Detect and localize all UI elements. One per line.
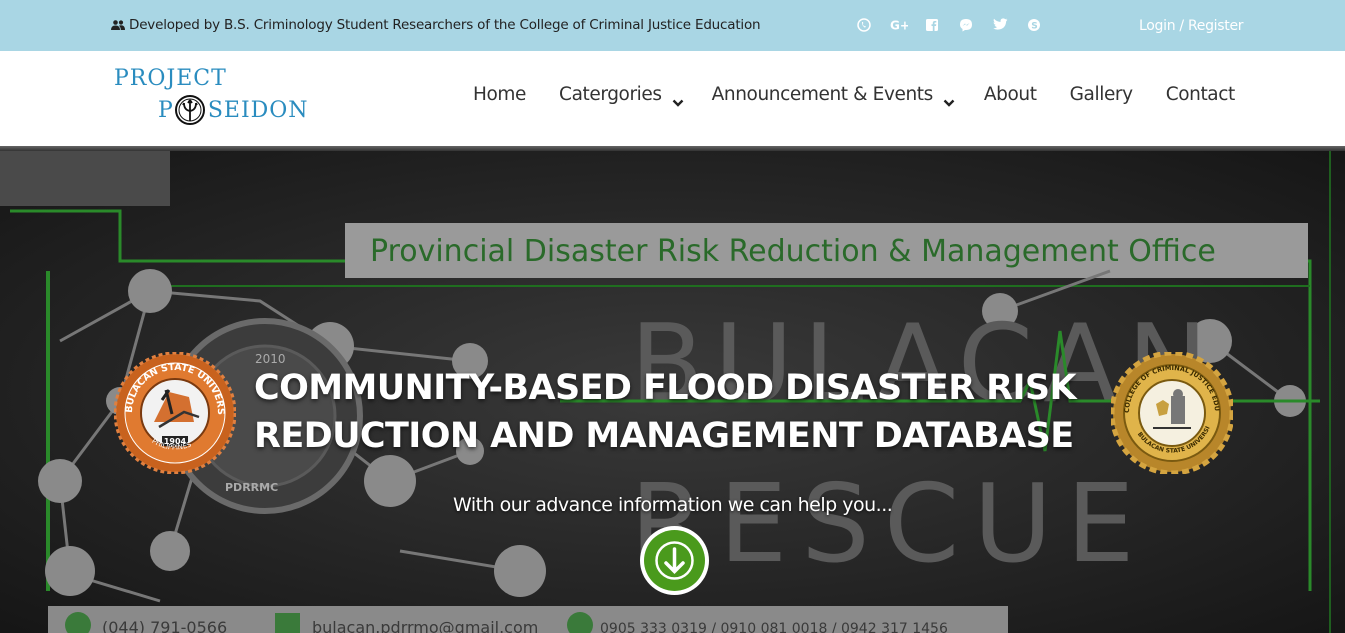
logo-line-2-suffix: SEIDON	[207, 97, 309, 123]
nav-item-label: About	[983, 84, 1037, 105]
contact-email: bulacan.pdrrmo@gmail.com	[312, 618, 538, 633]
banner-text: Provincial Disaster Risk Reduction & Man…	[370, 234, 1216, 269]
users-icon	[111, 18, 125, 30]
chevron-down-icon	[943, 92, 955, 107]
hero-subtitle: With our advance information we can help…	[453, 494, 893, 516]
messenger-icon[interactable]	[958, 18, 974, 34]
contact-mobiles: 0905 333 0319 / 0910 081 0018 / 0942 317…	[600, 621, 948, 633]
hero-title-line-1: COMMUNITY-BASED FLOOD DISASTER RISK	[254, 368, 1077, 408]
login-register-link[interactable]: Login / Register	[1139, 18, 1244, 34]
primary-nav: Home Catergories Announcement & Events A…	[473, 84, 1236, 107]
nav-item-label: Contact	[1165, 84, 1236, 105]
nav-item-contact[interactable]: Contact	[1165, 84, 1236, 105]
viber-icon[interactable]	[856, 18, 872, 34]
nav-item-announcement-events[interactable]: Announcement & Events	[711, 84, 955, 107]
hero-title: COMMUNITY-BASED FLOOD DISASTER RISK REDU…	[254, 364, 1114, 460]
contact-phone: (044) 791-0566	[102, 618, 227, 633]
facebook-icon[interactable]	[924, 18, 940, 34]
nav-item-label: Gallery	[1069, 84, 1133, 105]
nav-item-gallery[interactable]: Gallery	[1070, 84, 1133, 105]
nav-item-home[interactable]: Home	[473, 84, 526, 105]
credit-text-container: Developed by B.S. Criminology Student Re…	[111, 17, 761, 33]
logo-line-2: P SEIDON	[158, 94, 309, 126]
credit-text: Developed by B.S. Criminology Student Re…	[129, 17, 761, 33]
arrow-down-icon	[644, 530, 705, 591]
bulacan-state-university-seal: 1904 BULACAN STATE UNIVERSITY PHILIPPINE…	[114, 352, 236, 474]
scroll-down-button[interactable]	[640, 526, 709, 595]
ccje-seal: COLLEGE OF CRIMINAL JUSTICE EDUCATION BU…	[1111, 352, 1233, 474]
hero-title-line-2: REDUCTION AND MANAGEMENT DATABASE	[254, 416, 1074, 456]
nav-item-label: Announcement & Events	[711, 84, 934, 105]
nav-item-categories[interactable]: Catergories	[559, 84, 684, 107]
skype-icon[interactable]: S	[1026, 18, 1042, 34]
svg-text:G+: G+	[890, 19, 908, 33]
social-links: G+ S	[856, 18, 1042, 34]
nav-item-about[interactable]: About	[984, 84, 1037, 105]
seal-text: PDRRMC	[225, 481, 278, 494]
chevron-down-icon	[672, 92, 684, 107]
google-plus-icon[interactable]: G+	[890, 18, 910, 34]
twitter-icon[interactable]	[992, 18, 1008, 34]
main-navbar: PROJECT P SEIDON Home Catergories Announ…	[0, 51, 1345, 148]
top-bar: Developed by B.S. Criminology Student Re…	[0, 0, 1345, 51]
logo-line-1: PROJECT	[114, 66, 227, 91]
svg-text:S: S	[1031, 22, 1037, 32]
nav-item-label: Home	[473, 84, 527, 105]
logo-line-2-prefix: P	[158, 97, 174, 123]
hero-section: Provincial Disaster Risk Reduction & Man…	[0, 151, 1345, 633]
nav-item-label: Catergories	[559, 84, 662, 105]
trident-icon	[174, 94, 206, 126]
project-poseidon-logo[interactable]: PROJECT P SEIDON	[114, 64, 314, 126]
